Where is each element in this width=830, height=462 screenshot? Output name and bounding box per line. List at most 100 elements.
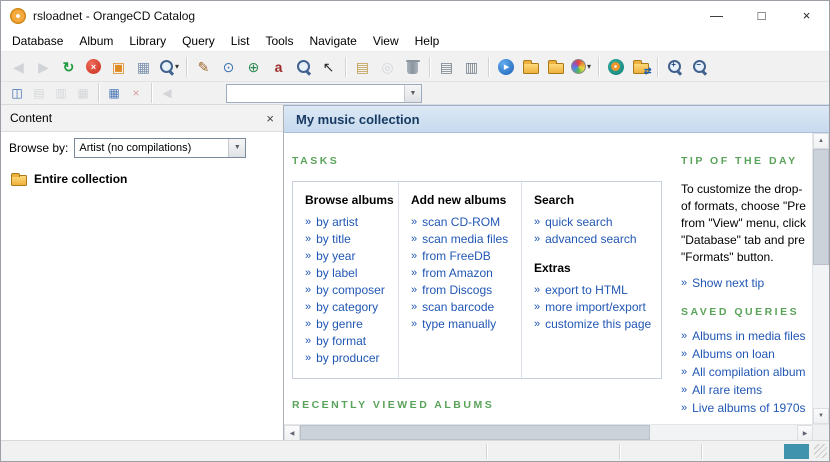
- menu-item-tools[interactable]: Tools: [257, 31, 301, 51]
- view-combobox[interactable]: ▼: [226, 83, 422, 103]
- show-next-tip-link[interactable]: » Show next tip: [681, 275, 812, 292]
- resize-grip[interactable]: [814, 444, 827, 458]
- saved-query-link[interactable]: » Create new quer: [681, 422, 812, 424]
- bullet-icon: »: [305, 352, 312, 364]
- add-to-view-button[interactable]: ▦: [104, 84, 124, 103]
- delete-button[interactable]: [401, 55, 424, 79]
- menu-item-album[interactable]: Album: [71, 31, 121, 51]
- orangecd-home-button[interactable]: [604, 55, 627, 79]
- panel-close-icon[interactable]: ×: [266, 111, 274, 126]
- extras-link[interactable]: » more import/export: [534, 299, 661, 316]
- select-mode-icon: ↖: [322, 58, 335, 75]
- tip-text-line: of formats, choose "Pre: [681, 199, 806, 213]
- menu-item-view[interactable]: View: [365, 31, 407, 51]
- edit-tracks-button[interactable]: ⊙: [217, 55, 240, 79]
- browse-albums-link[interactable]: » by genre: [305, 316, 398, 333]
- bullet-icon: »: [305, 216, 312, 228]
- search-link[interactable]: » advanced search: [534, 231, 661, 248]
- add-albums-link[interactable]: » from Discogs: [411, 282, 521, 299]
- saved-query-link[interactable]: » Albums on loan: [681, 345, 812, 363]
- browse-albums-link[interactable]: » by format: [305, 333, 398, 350]
- browse-albums-link[interactable]: » by composer: [305, 282, 398, 299]
- copy-button[interactable]: ◎: [376, 55, 399, 79]
- music-folder-button[interactable]: [544, 55, 567, 79]
- previous-view-button[interactable]: ◀: [157, 84, 177, 103]
- saved-query-link[interactable]: » All compilation album: [681, 363, 812, 381]
- scroll-right-icon[interactable]: ▶: [797, 425, 813, 441]
- scroll-up-icon[interactable]: ▲: [813, 133, 829, 149]
- tip-of-day-header: TIP OF THE DAY: [681, 155, 798, 167]
- minimize-button[interactable]: —: [694, 1, 739, 30]
- tree-item-entire-collection[interactable]: Entire collection: [11, 172, 283, 186]
- vertical-scroll-track[interactable]: [813, 149, 829, 408]
- find-button[interactable]: [292, 55, 315, 79]
- menu-item-database[interactable]: Database: [4, 31, 71, 51]
- saved-query-link[interactable]: » Live albums of 1970s: [681, 399, 812, 417]
- view-combobox-dropdown-icon[interactable]: ▼: [404, 84, 421, 102]
- thumbnails-button[interactable]: ▦: [132, 55, 155, 79]
- add-albums-link[interactable]: » type manually: [411, 316, 521, 333]
- tip-text-line: To customize the drop-: [681, 182, 803, 196]
- internet-lookup-button[interactable]: ⊕: [242, 55, 265, 79]
- browse-albums-link[interactable]: » by year: [305, 248, 398, 265]
- menu-item-list[interactable]: List: [223, 31, 258, 51]
- zoom-out-button[interactable]: −: [688, 55, 711, 79]
- edit-album-button[interactable]: ✎: [192, 55, 215, 79]
- maximize-button[interactable]: □: [739, 1, 784, 30]
- horizontal-scrollbar[interactable]: ◀ ▶: [284, 424, 829, 441]
- menu-item-navigate[interactable]: Navigate: [301, 31, 364, 51]
- saved-query-link[interactable]: » Albums in media files: [681, 327, 812, 345]
- browse-albums-link[interactable]: » by label: [305, 265, 398, 282]
- view-table-button[interactable]: ▤: [29, 84, 49, 103]
- forward-button[interactable]: ▶: [32, 55, 55, 79]
- snapshot-button[interactable]: ▣: [107, 55, 130, 79]
- select-mode-button[interactable]: ↖: [317, 55, 340, 79]
- remove-from-view-button[interactable]: ×: [126, 84, 146, 103]
- horizontal-scroll-track[interactable]: [300, 425, 797, 440]
- paste-button[interactable]: ▤: [351, 55, 374, 79]
- vertical-scrollbar[interactable]: ▲ ▼: [812, 133, 829, 424]
- add-albums-link[interactable]: » from FreeDB: [411, 248, 521, 265]
- add-albums-link[interactable]: » from Amazon: [411, 265, 521, 282]
- print-preview-button[interactable]: ▥: [460, 55, 483, 79]
- auto-fill-button[interactable]: a: [267, 55, 290, 79]
- menu-item-library[interactable]: Library: [121, 31, 174, 51]
- add-albums-link-text: scan media files: [422, 232, 509, 246]
- extras-header: Extras: [534, 261, 571, 275]
- search-button[interactable]: ▾: [157, 55, 181, 79]
- search-link[interactable]: » quick search: [534, 214, 661, 231]
- import-export-button[interactable]: ⇄: [629, 55, 652, 79]
- close-button[interactable]: ×: [784, 1, 829, 30]
- saved-query-link[interactable]: » All rare items: [681, 381, 812, 399]
- back-button[interactable]: ◀: [7, 55, 30, 79]
- open-folder-button[interactable]: [519, 55, 542, 79]
- paste-icon: ▤: [355, 58, 370, 75]
- print-button[interactable]: ▤: [435, 55, 458, 79]
- zoom-in-button[interactable]: +: [663, 55, 686, 79]
- add-albums-link[interactable]: » scan media files: [411, 231, 521, 248]
- scroll-left-icon[interactable]: ◀: [284, 425, 300, 441]
- menu-item-query[interactable]: Query: [174, 31, 223, 51]
- toggle-content-panel-button[interactable]: ◫: [7, 84, 27, 103]
- refresh-button[interactable]: ↻: [57, 55, 80, 79]
- menu-item-help[interactable]: Help: [407, 31, 448, 51]
- view-list-button[interactable]: ▥: [51, 84, 71, 103]
- stop-button[interactable]: ×: [82, 55, 105, 79]
- browse-albums-link[interactable]: » by producer: [305, 350, 398, 367]
- add-albums-link[interactable]: » scan barcode: [411, 299, 521, 316]
- browse-by-select[interactable]: Artist (no compilations) ▼: [74, 137, 247, 158]
- browse-albums-link[interactable]: » by category: [305, 299, 398, 316]
- browse-albums-link[interactable]: » by artist: [305, 214, 398, 231]
- play-button[interactable]: ▶: [494, 55, 517, 79]
- browse-albums-link-text: by year: [316, 249, 356, 263]
- horizontal-scroll-thumb[interactable]: [300, 425, 650, 440]
- extras-link[interactable]: » export to HTML: [534, 282, 661, 299]
- view-cards-button[interactable]: ▦: [73, 84, 93, 103]
- browse-albums-link[interactable]: » by title: [305, 231, 398, 248]
- extras-link[interactable]: » customize this page: [534, 316, 661, 333]
- scroll-down-icon[interactable]: ▼: [813, 408, 829, 424]
- vertical-scroll-thumb[interactable]: [813, 149, 829, 265]
- add-albums-link[interactable]: » scan CD-ROM: [411, 214, 521, 231]
- browse-by-dropdown-icon[interactable]: ▼: [228, 138, 246, 157]
- color-scheme-button[interactable]: ▾: [569, 55, 593, 79]
